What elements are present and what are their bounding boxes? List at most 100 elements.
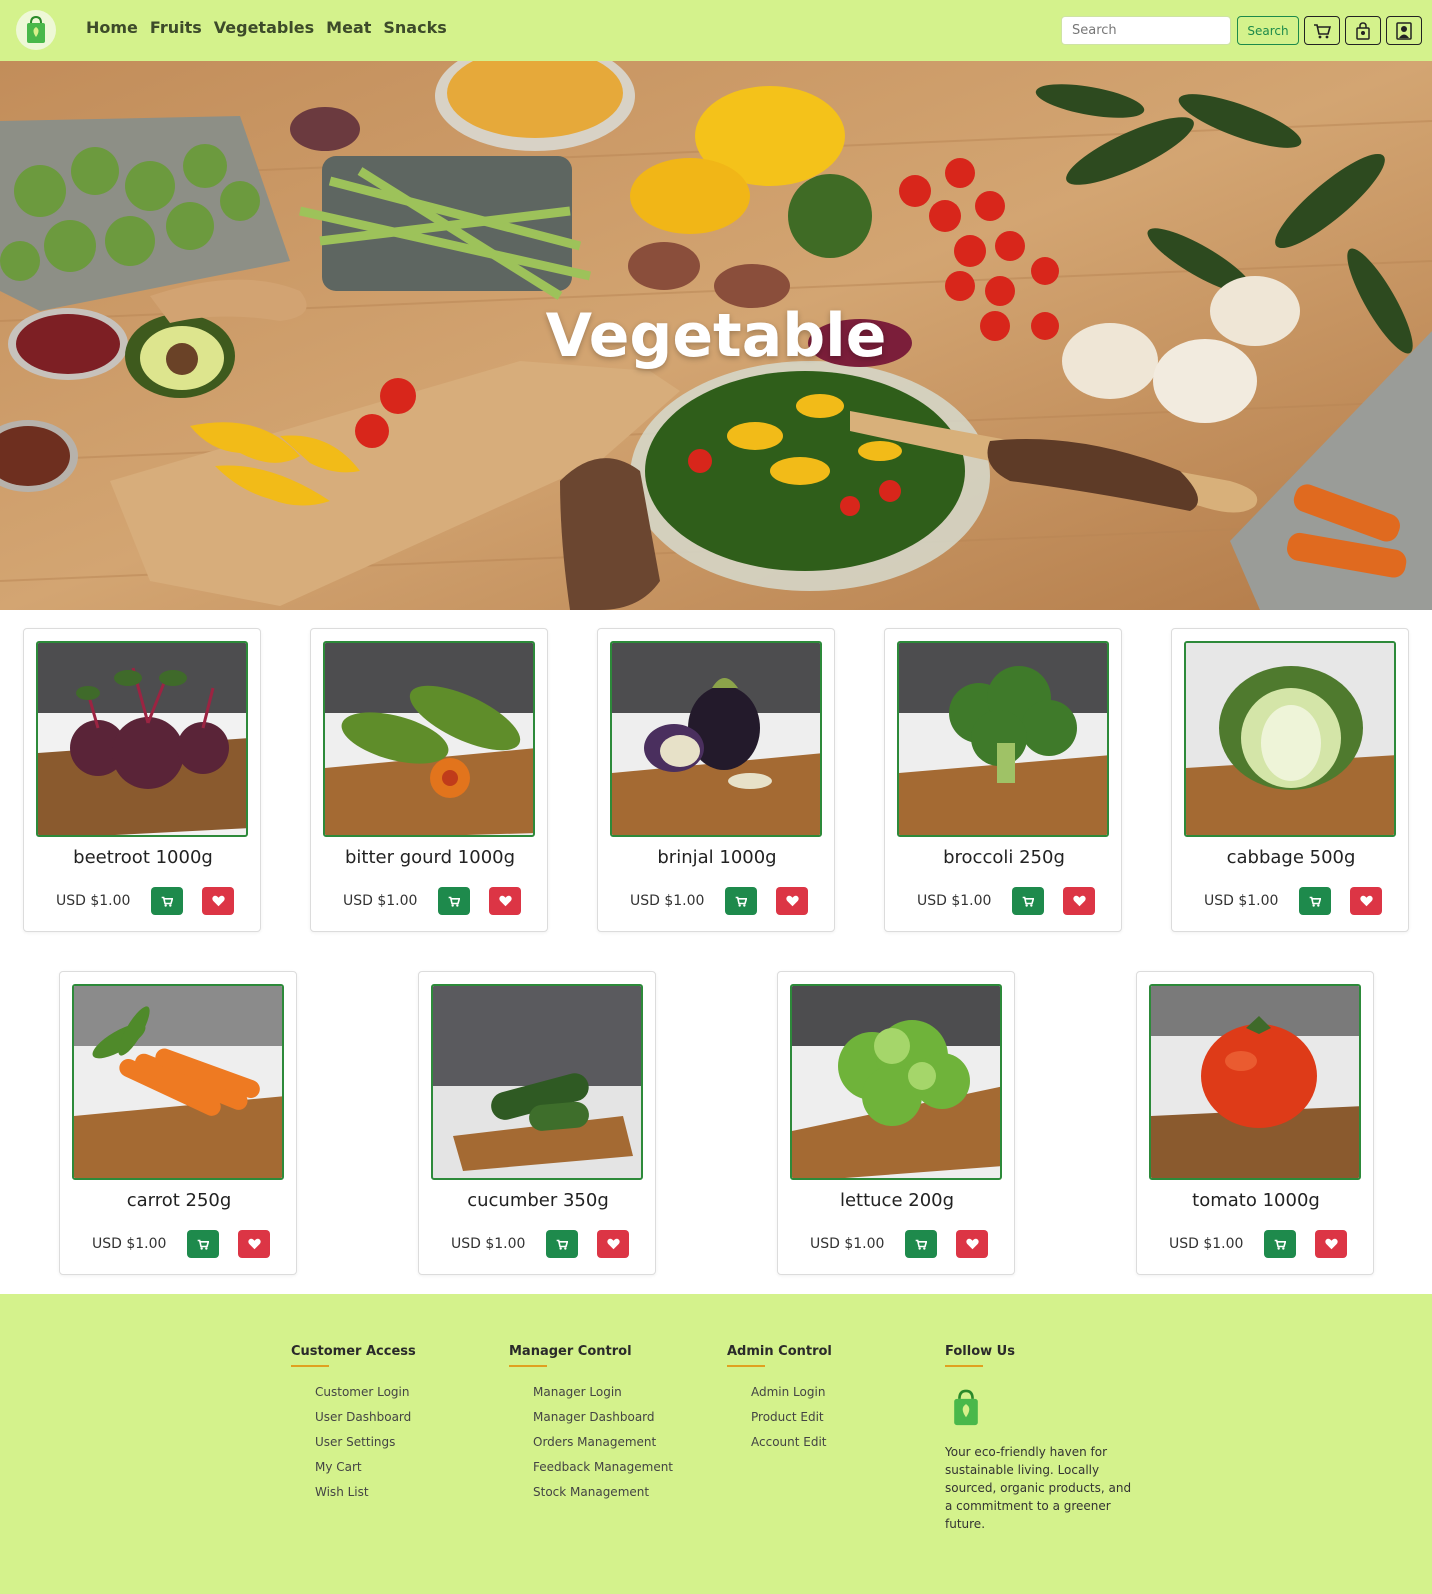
add-to-cart-button[interactable]: [1264, 1230, 1296, 1258]
product-price: USD $1.00: [56, 893, 131, 909]
add-to-cart-button[interactable]: [1012, 887, 1044, 915]
footer-link-my-cart[interactable]: My Cart: [315, 1460, 416, 1485]
product-price: USD $1.00: [1169, 1236, 1244, 1252]
heart-icon: [1324, 1238, 1338, 1250]
footer-underline: [727, 1365, 765, 1367]
add-to-cart-button[interactable]: [725, 887, 757, 915]
footer-link-user-dashboard[interactable]: User Dashboard: [315, 1410, 416, 1435]
footer-link-admin-login[interactable]: Admin Login: [751, 1385, 832, 1410]
nav-vegetables[interactable]: Vegetables: [214, 18, 314, 37]
footer-link-orders-management[interactable]: Orders Management: [533, 1435, 673, 1460]
footer-customer-access: Customer Access Customer Login User Dash…: [291, 1344, 416, 1510]
heart-icon: [1359, 895, 1373, 907]
product-name: broccoli 250g: [943, 847, 1065, 868]
add-to-cart-button[interactable]: [187, 1230, 219, 1258]
footer-heading: Customer Access: [291, 1344, 416, 1359]
logo[interactable]: [16, 10, 56, 50]
heart-icon: [247, 1238, 261, 1250]
add-to-cart-button[interactable]: [438, 887, 470, 915]
cart-icon: [197, 1239, 209, 1250]
product-price: USD $1.00: [92, 1236, 167, 1252]
cart-icon: [161, 896, 173, 907]
add-to-wishlist-button[interactable]: [1315, 1230, 1347, 1258]
footer-underline: [509, 1365, 547, 1367]
heart-icon: [211, 895, 225, 907]
shopping-bag-logo-icon: [27, 15, 45, 43]
add-to-cart-button[interactable]: [905, 1230, 937, 1258]
add-to-cart-button[interactable]: [151, 887, 183, 915]
footer-link-manager-login[interactable]: Manager Login: [533, 1385, 673, 1410]
product-card: brinjal 1000g USD $1.00: [597, 628, 835, 932]
heart-icon: [606, 1238, 620, 1250]
footer-logo: [945, 1387, 1135, 1433]
product-card: lettuce 200g USD $1.00: [777, 971, 1015, 1275]
nav-snacks[interactable]: Snacks: [383, 18, 446, 37]
add-to-wishlist-button[interactable]: [1350, 887, 1382, 915]
product-price: USD $1.00: [1204, 893, 1279, 909]
footer-link-account-edit[interactable]: Account Edit: [751, 1435, 832, 1460]
product-image[interactable]: [72, 984, 284, 1180]
footer-link-user-settings[interactable]: User Settings: [315, 1435, 416, 1460]
nav-fruits[interactable]: Fruits: [150, 18, 202, 37]
product-price: USD $1.00: [630, 893, 705, 909]
footer-links: Admin Login Product Edit Account Edit: [727, 1385, 832, 1460]
product-image[interactable]: [790, 984, 1002, 1180]
product-name: cucumber 350g: [467, 1190, 609, 1211]
product-name: cabbage 500g: [1226, 847, 1356, 868]
footer-link-product-edit[interactable]: Product Edit: [751, 1410, 832, 1435]
cart-icon: [556, 1239, 568, 1250]
add-to-wishlist-button[interactable]: [597, 1230, 629, 1258]
product-name: tomato 1000g: [1192, 1190, 1320, 1211]
add-to-wishlist-button[interactable]: [776, 887, 808, 915]
footer-underline: [945, 1365, 983, 1367]
bag-icon: [1356, 21, 1370, 40]
footer-link-customer-login[interactable]: Customer Login: [315, 1385, 416, 1410]
search-button[interactable]: Search: [1237, 16, 1299, 45]
footer-description: Your eco-friendly haven for sustainable …: [945, 1445, 1132, 1531]
footer-link-feedback-management[interactable]: Feedback Management: [533, 1460, 673, 1485]
heart-icon: [498, 895, 512, 907]
product-price: USD $1.00: [343, 893, 418, 909]
add-to-wishlist-button[interactable]: [1063, 887, 1095, 915]
product-price: USD $1.00: [451, 1236, 526, 1252]
heart-icon: [965, 1238, 979, 1250]
footer-follow-us: Follow Us Your eco-friendly haven for su…: [945, 1344, 1135, 1533]
cart-icon: [448, 896, 460, 907]
heart-icon: [1072, 895, 1086, 907]
product-image[interactable]: [897, 641, 1109, 837]
navbar: Home Fruits Vegetables Meat Snacks Searc…: [0, 0, 1432, 61]
add-to-cart-button[interactable]: [546, 1230, 578, 1258]
search-input[interactable]: [1061, 16, 1231, 45]
add-to-wishlist-button[interactable]: [202, 887, 234, 915]
product-image[interactable]: [36, 641, 248, 837]
cart-icon: [915, 1239, 927, 1250]
nav-meat[interactable]: Meat: [326, 18, 371, 37]
product-name: lettuce 200g: [839, 1190, 955, 1211]
add-to-cart-button[interactable]: [1299, 887, 1331, 915]
product-card: cabbage 500g USD $1.00: [1171, 628, 1409, 932]
product-image[interactable]: [1149, 984, 1361, 1180]
add-to-wishlist-button[interactable]: [238, 1230, 270, 1258]
add-to-wishlist-button[interactable]: [489, 887, 521, 915]
add-to-wishlist-button[interactable]: [956, 1230, 988, 1258]
cart-icon: [735, 896, 747, 907]
nav-home[interactable]: Home: [86, 18, 138, 37]
cart-icon: [1314, 23, 1331, 38]
product-image[interactable]: [323, 641, 535, 837]
product-card: cucumber 350g USD $1.00: [418, 971, 656, 1275]
footer-link-stock-management[interactable]: Stock Management: [533, 1485, 673, 1510]
product-card: broccoli 250g USD $1.00: [884, 628, 1122, 932]
bag-button[interactable]: [1345, 16, 1381, 45]
product-image[interactable]: [610, 641, 822, 837]
footer-links: Manager Login Manager Dashboard Orders M…: [509, 1385, 673, 1510]
footer-admin-control: Admin Control Admin Login Product Edit A…: [727, 1344, 832, 1460]
cart-button[interactable]: [1304, 16, 1340, 45]
footer-link-manager-dashboard[interactable]: Manager Dashboard: [533, 1410, 673, 1435]
product-image[interactable]: [431, 984, 643, 1180]
footer-links: Customer Login User Dashboard User Setti…: [291, 1385, 416, 1510]
footer-heading: Manager Control: [509, 1344, 632, 1359]
footer: Customer Access Customer Login User Dash…: [0, 1294, 1432, 1594]
product-image[interactable]: [1184, 641, 1396, 837]
footer-link-wish-list[interactable]: Wish List: [315, 1485, 416, 1510]
account-button[interactable]: [1386, 16, 1422, 45]
